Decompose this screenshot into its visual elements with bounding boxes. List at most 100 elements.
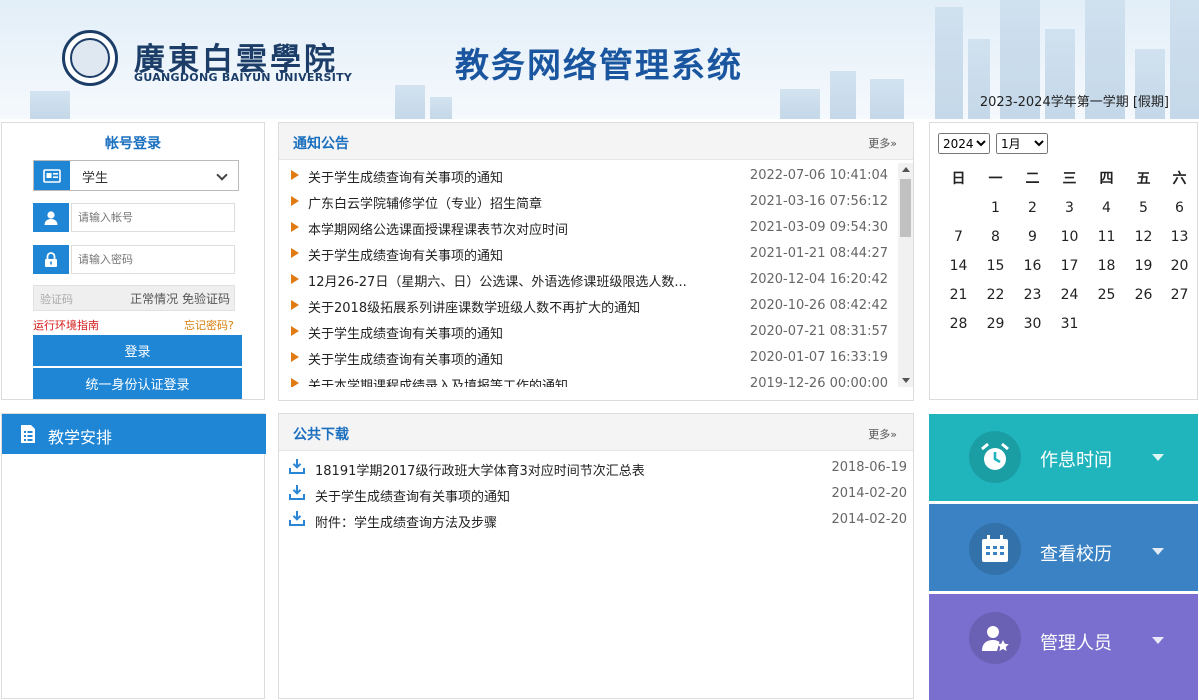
- download-item[interactable]: 附件：学生成绩查询方法及步骤 2014-02-20: [279, 507, 915, 533]
- calendar-day[interactable]: 28: [940, 310, 977, 338]
- notice-item-date: 2020-12-04 16:20:42: [749, 272, 888, 287]
- calendar-day[interactable]: 5: [1125, 194, 1162, 222]
- current-term: 2023-2024学年第一学期 [假期]: [979, 95, 1169, 110]
- notice-item[interactable]: 关于学生成绩查询有关事项的通知 2021-01-21 08:44:27: [279, 241, 896, 267]
- notice-item-date: 2022-07-06 10:41:04: [749, 168, 888, 183]
- download-icon: [289, 484, 305, 504]
- notice-item[interactable]: 关于学生成绩查询有关事项的通知 2020-01-07 16:33:19: [279, 345, 896, 371]
- arrow-bullet-icon: [291, 378, 299, 387]
- calendar-icon: [969, 523, 1021, 575]
- teaching-schedule-panel: 教学安排: [1, 413, 266, 699]
- download-item[interactable]: 关于学生成绩查询有关事项的通知 2014-02-20: [279, 481, 915, 507]
- weekday-label: 二: [1025, 171, 1040, 187]
- captcha-status: 正常情况 免验证码: [130, 292, 230, 306]
- calendar-day[interactable]: 22: [977, 281, 1014, 309]
- calendar-day[interactable]: 30: [1014, 310, 1051, 338]
- calendar-day[interactable]: 25: [1088, 281, 1125, 309]
- skyline-building: [430, 97, 452, 119]
- calendar-day[interactable]: 27: [1161, 281, 1198, 309]
- calendar-day[interactable]: 23: [1014, 281, 1051, 309]
- notice-item[interactable]: 关于学生成绩查询有关事项的通知 2020-07-21 08:31:57: [279, 319, 896, 345]
- calendar-day[interactable]: 10: [1051, 223, 1088, 251]
- notice-item[interactable]: 12月26-27日（星期六、日）公选课、外语选修课班级限选人数... 2020-1…: [279, 267, 896, 293]
- page-header: 廣東白雲學院 GUANGDONG BAIYUN UNIVERSITY 教务网络管…: [0, 0, 1199, 119]
- calendar-day[interactable]: 29: [977, 310, 1014, 338]
- month-select[interactable]: 1月: [996, 133, 1048, 154]
- forgot-password-link[interactable]: 忘记密码?: [184, 317, 234, 333]
- lock-icon: [33, 245, 69, 274]
- calendar-day[interactable]: 8: [977, 223, 1014, 251]
- notice-item-date: 2021-03-09 09:54:30: [749, 220, 888, 235]
- calendar-day[interactable]: 6: [1161, 194, 1198, 222]
- notice-scrollbar[interactable]: [898, 163, 913, 387]
- tile-school-calendar[interactable]: 查看校历: [929, 504, 1198, 591]
- downloads-panel: 公共下载 更多» 18191学期2017级行政班大学体育3对应时间节次汇总表 2…: [278, 413, 914, 699]
- arrow-bullet-icon: [291, 222, 299, 232]
- notice-item[interactable]: 关于2018级拓展系列讲座课数学班级人数不再扩大的通知 2020-10-26 08…: [279, 293, 896, 319]
- weekday-label: 日: [951, 171, 966, 187]
- password-input[interactable]: [71, 245, 235, 274]
- notice-item[interactable]: 关于本学期课程成绩录入及填报等工作的通知 2019-12-26 00:00:00: [279, 371, 896, 387]
- calendar-day[interactable]: 26: [1125, 281, 1162, 309]
- arrow-bullet-icon: [291, 300, 299, 310]
- scroll-thumb[interactable]: [900, 179, 911, 237]
- calendar-day[interactable]: 17: [1051, 252, 1088, 280]
- tile-schedule-time[interactable]: 作息时间: [929, 414, 1198, 501]
- calendar-day[interactable]: 24: [1051, 281, 1088, 309]
- calendar-day[interactable]: 3: [1051, 194, 1088, 222]
- downloads-more-link[interactable]: 更多»: [868, 426, 897, 442]
- tile-admin-staff[interactable]: 管理人员: [929, 594, 1198, 700]
- chevron-down-icon: [1152, 548, 1164, 555]
- calendar-day[interactable]: 31: [1051, 310, 1088, 338]
- sso-login-button[interactable]: 统一身份认证登录: [33, 368, 242, 399]
- login-button[interactable]: 登录: [33, 335, 242, 366]
- skyline-building: [870, 79, 904, 119]
- scroll-up-icon[interactable]: [902, 167, 910, 172]
- calendar-day[interactable]: 20: [1161, 252, 1198, 280]
- arrow-bullet-icon: [291, 196, 299, 206]
- scroll-down-icon[interactable]: [902, 378, 910, 383]
- notice-item[interactable]: 广东白云学院辅修学位（专业）招生简章 2021-03-16 07:56:12: [279, 189, 896, 215]
- calendar-day[interactable]: 13: [1161, 223, 1198, 251]
- notice-item-date: 2021-01-21 08:44:27: [749, 246, 888, 261]
- calendar-day[interactable]: 11: [1088, 223, 1125, 251]
- notice-item-date: 2020-01-07 16:33:19: [749, 350, 888, 365]
- arrow-bullet-icon: [291, 326, 299, 336]
- env-guide-link[interactable]: 运行环境指南: [33, 317, 99, 333]
- calendar-day[interactable]: 19: [1125, 252, 1162, 280]
- password-field: [33, 245, 235, 274]
- calendar-day[interactable]: 14: [940, 252, 977, 280]
- calendar-day[interactable]: 16: [1014, 252, 1051, 280]
- admin-user-icon: [969, 612, 1021, 664]
- notice-panel: 通知公告 更多» 关于学生成绩查询有关事项的通知 2022-07-06 10:41…: [278, 122, 914, 401]
- captcha-field[interactable]: 验证码 正常情况 免验证码: [33, 285, 235, 311]
- notice-item-date: 2020-10-26 08:42:42: [749, 298, 888, 313]
- calendar-day[interactable]: 2: [1014, 194, 1051, 222]
- role-select[interactable]: 学生: [33, 160, 239, 191]
- calendar-day[interactable]: 18: [1088, 252, 1125, 280]
- calendar-day[interactable]: 15: [977, 252, 1014, 280]
- notice-more-link[interactable]: 更多»: [868, 135, 897, 151]
- notice-item[interactable]: 本学期网络公选课面授课程课表节次对应时间 2021-03-09 09:54:30: [279, 215, 896, 241]
- teaching-schedule-header[interactable]: 教学安排: [2, 414, 266, 454]
- calendar-day[interactable]: 4: [1088, 194, 1125, 222]
- calendar-day[interactable]: 12: [1125, 223, 1162, 251]
- notice-item-date: 2019-12-26 00:00:00: [749, 376, 888, 387]
- calendar-day[interactable]: 7: [940, 223, 977, 251]
- calendar-day[interactable]: 1: [977, 194, 1014, 222]
- download-item[interactable]: 18191学期2017级行政班大学体育3对应时间节次汇总表 2018-06-19: [279, 455, 915, 481]
- account-input[interactable]: [71, 203, 235, 232]
- notice-list: 关于学生成绩查询有关事项的通知 2022-07-06 10:41:04 广东白云学…: [279, 163, 896, 387]
- notice-item[interactable]: 关于学生成绩查询有关事项的通知 2022-07-06 10:41:04: [279, 163, 896, 189]
- notice-item-title: 关于学生成绩查询有关事项的通知: [308, 171, 504, 186]
- calendar-day[interactable]: 21: [940, 281, 977, 309]
- download-item-title: 附件：学生成绩查询方法及步骤: [315, 516, 498, 531]
- alarm-clock-icon: [969, 431, 1021, 483]
- skyline-building: [780, 89, 820, 119]
- year-select[interactable]: 2024: [938, 133, 990, 154]
- id-card-icon: [34, 161, 70, 190]
- downloads-title: 公共下载: [293, 427, 349, 443]
- calendar-day[interactable]: 9: [1014, 223, 1051, 251]
- skyline-building: [830, 71, 856, 119]
- system-title: 教务网络管理系统: [455, 46, 743, 86]
